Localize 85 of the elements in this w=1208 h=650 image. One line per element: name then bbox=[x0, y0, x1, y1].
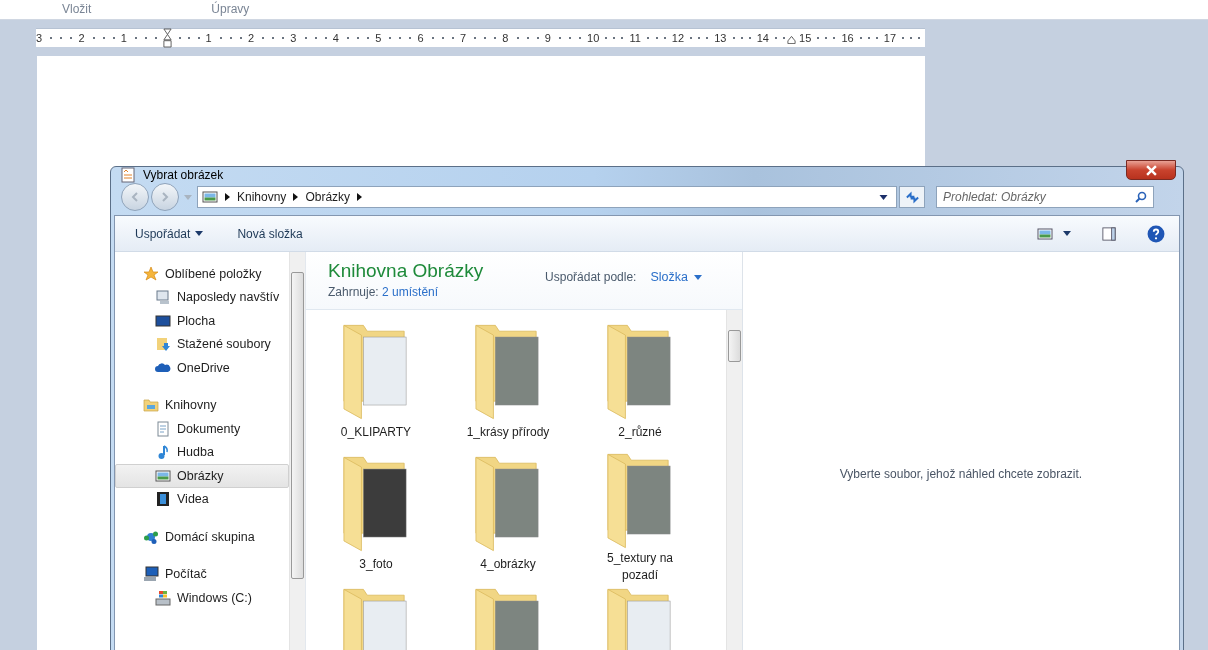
new-folder-button[interactable]: Nová složka bbox=[235, 224, 305, 243]
refresh-button[interactable] bbox=[899, 186, 925, 208]
nav-tree-item[interactable]: Dokumenty bbox=[115, 417, 289, 441]
ruler-number: 3 bbox=[290, 32, 297, 44]
ruler-number: 15 bbox=[799, 32, 812, 44]
caret-icon[interactable] bbox=[1063, 231, 1071, 236]
nav-tree-item[interactable]: OneDrive bbox=[115, 356, 289, 380]
breadcrumb-arrow-icon[interactable] bbox=[225, 193, 230, 201]
ruler-number: 9 bbox=[544, 32, 551, 44]
nav-tree-item[interactable]: Obrázky bbox=[115, 464, 289, 488]
library-title: Knihovna Obrázky bbox=[328, 260, 484, 282]
ruler-number: 10 bbox=[587, 32, 600, 44]
ruler-number: 7 bbox=[459, 32, 467, 44]
address-bar[interactable]: Knihovny Obrázky bbox=[197, 186, 897, 208]
arrange-by-label: Uspořádat podle: bbox=[545, 270, 637, 284]
nav-tree-item[interactable]: Naposledy navštív bbox=[115, 285, 289, 309]
ruler-number: 4 bbox=[332, 32, 339, 44]
star-icon bbox=[143, 265, 159, 282]
breadcrumb-arrow-icon[interactable] bbox=[293, 193, 299, 201]
ruler-number: 16 bbox=[841, 32, 854, 44]
window-title: Vybrat obrázek bbox=[143, 168, 224, 182]
ruler-number: 14 bbox=[756, 32, 769, 44]
folder-item[interactable]: 0_KLIPARTY bbox=[310, 320, 442, 452]
refresh-icon[interactable] bbox=[904, 189, 920, 205]
preview-message: Vyberte soubor, jehož náhled chcete zobrazit. bbox=[839, 467, 1083, 481]
ruler-number: 17 bbox=[883, 32, 897, 44]
ruler-number: 1 bbox=[120, 32, 127, 44]
close-icon[interactable] bbox=[1145, 164, 1157, 176]
ruler-number: 12 bbox=[671, 32, 685, 44]
download-folder-icon bbox=[155, 336, 171, 353]
ruler-number: 13 bbox=[714, 32, 727, 44]
nav-tree-item[interactable]: Plocha bbox=[115, 309, 289, 333]
drive-icon bbox=[155, 589, 171, 606]
caret-icon bbox=[195, 231, 204, 236]
dropdown-arrow-icon[interactable] bbox=[879, 194, 888, 200]
search-field[interactable]: Prohledat: Obrázky bbox=[936, 186, 1154, 208]
breadcrumb-item[interactable]: Knihovny bbox=[237, 190, 287, 204]
folder-item[interactable]: 2_různé bbox=[574, 320, 706, 452]
ruler-number: 2 bbox=[78, 32, 85, 44]
desktop-icon bbox=[155, 312, 171, 329]
scrollbar[interactable] bbox=[726, 310, 742, 650]
ribbon-group-label: Vložit bbox=[62, 3, 92, 18]
locations-link[interactable]: 2 umístění bbox=[382, 285, 439, 299]
includes-label: Zahrnuje: bbox=[328, 285, 379, 299]
search-icon[interactable] bbox=[1135, 191, 1147, 203]
library-folder-icon bbox=[143, 397, 159, 414]
nav-tree-item[interactable]: Knihovny bbox=[115, 393, 289, 417]
ruler-number: 5 bbox=[375, 32, 382, 44]
right-indent-marker-icon bbox=[787, 36, 797, 44]
ruler-number: 6 bbox=[417, 32, 424, 44]
help-icon[interactable] bbox=[1147, 224, 1165, 243]
breadcrumb-arrow-icon[interactable] bbox=[357, 193, 363, 201]
picture-icon bbox=[202, 189, 218, 205]
nav-tree-item[interactable]: Počítač bbox=[115, 562, 289, 586]
nav-tree-item[interactable]: Windows (C:) bbox=[115, 586, 289, 610]
film-icon bbox=[155, 491, 171, 508]
folder-item[interactable]: 4_obrázky bbox=[442, 452, 574, 584]
ruler-number: 2 bbox=[247, 32, 255, 44]
ruler-number: 8 bbox=[502, 32, 509, 44]
scrollbar[interactable] bbox=[289, 252, 305, 650]
folder-icon bbox=[606, 452, 674, 550]
ruler-number: 3 bbox=[36, 32, 43, 44]
caret-icon[interactable] bbox=[694, 274, 702, 280]
computer-icon bbox=[143, 566, 159, 583]
arrange-by-dropdown[interactable]: Složka bbox=[650, 270, 702, 284]
preview-pane-icon[interactable] bbox=[1101, 226, 1117, 241]
nav-tree-item[interactable]: Stažené soubory bbox=[115, 332, 289, 356]
organize-menu-button[interactable]: Uspořádat bbox=[133, 224, 206, 243]
close-button[interactable] bbox=[1126, 160, 1176, 180]
folder-item[interactable]: 3_foto bbox=[310, 452, 442, 584]
picture-icon bbox=[155, 467, 171, 484]
ruler-number: 1 bbox=[205, 32, 212, 44]
document-icon bbox=[155, 420, 171, 437]
nav-tree-item[interactable]: Oblíbené položky bbox=[115, 262, 289, 286]
picture-dialog-icon bbox=[120, 167, 136, 183]
breadcrumb-item[interactable]: Obrázky bbox=[305, 190, 351, 204]
ribbon-group-label: Úpravy bbox=[211, 3, 250, 18]
nav-tree-item[interactable]: Videa bbox=[115, 487, 289, 511]
ruler-number: 11 bbox=[629, 32, 641, 44]
nav-tree-item[interactable]: Hudba bbox=[115, 440, 289, 464]
nav-tree-item[interactable]: Domácí skupina bbox=[115, 525, 289, 549]
folder-item[interactable]: 1_krásy přírody bbox=[442, 320, 574, 452]
folder-item[interactable]: 5_textury na pozadí bbox=[574, 452, 706, 584]
recent-places-icon bbox=[155, 289, 171, 306]
view-options-icon[interactable] bbox=[1037, 226, 1053, 241]
